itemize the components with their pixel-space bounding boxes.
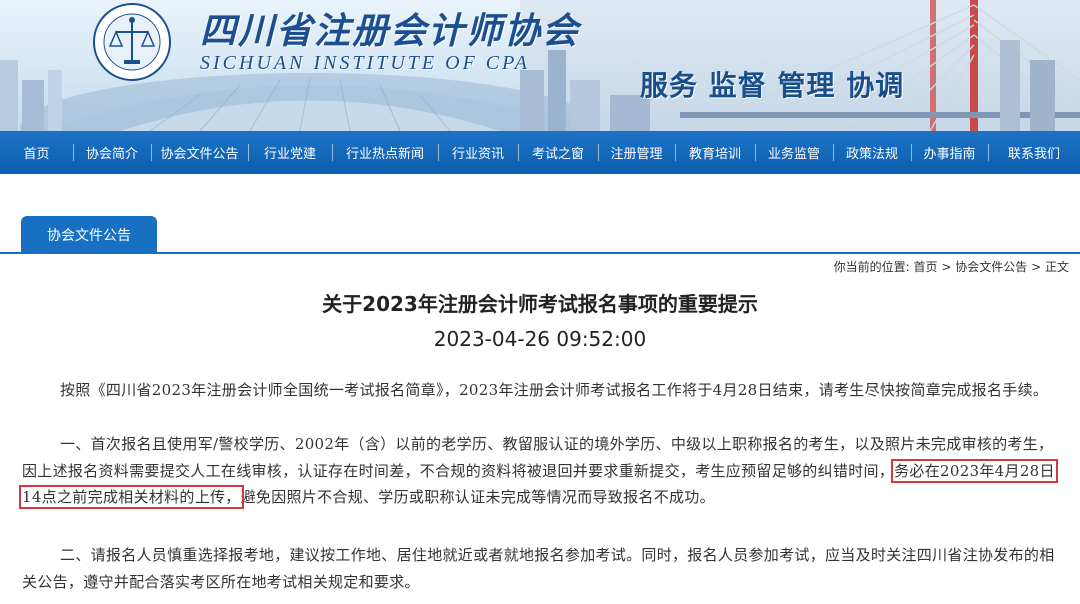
breadcrumb-category-link[interactable]: 协会文件公告 [955, 260, 1027, 274]
paragraph-text: 避免因照片不合规、学历或职称认证未完成等情况而导致报名不成功。 [240, 488, 715, 506]
nav-item-training[interactable]: 教育培训 [675, 131, 755, 174]
site-name-en: SICHUAN INSTITUTE OF CPA [200, 52, 530, 74]
nav-item-about[interactable]: 协会简介 [73, 131, 151, 174]
article-title: 关于2023年注册会计师考试报名事项的重要提示 [322, 292, 758, 316]
nav-item-exam[interactable]: 考试之窗 [518, 131, 598, 174]
nav-item-guide[interactable]: 办事指南 [911, 131, 988, 174]
site-slogan: 服务 监督 管理 协调 [640, 69, 905, 102]
nav-item-hot-news[interactable]: 行业热点新闻 [332, 131, 438, 174]
nav-item-home[interactable]: 首页 [0, 131, 73, 174]
nav-item-registration[interactable]: 注册管理 [598, 131, 675, 174]
site-name: 四川省注册会计师协会 [200, 10, 581, 52]
breadcrumb-home-link[interactable]: 首页 [914, 260, 938, 274]
section-tabbar: 协会文件公告 [0, 214, 1080, 254]
article-paragraph-2: 一、首次报名且使用军/警校学历、2002年（含）以前的老学历、教留服认证的境外学… [19, 431, 1062, 511]
nav-item-notices[interactable]: 协会文件公告 [151, 131, 248, 174]
breadcrumb-separator: > [941, 260, 952, 274]
article-paragraph-3: 二、请报名人员慎重选择报考地，建议按工作地、居住地就近或者就地报名参加考试。同时… [22, 546, 1055, 591]
nav-item-policy[interactable]: 政策法规 [833, 131, 911, 174]
logo-seal-icon [93, 3, 171, 81]
breadcrumb-prefix: 你当前的位置: [833, 260, 910, 274]
breadcrumb: 你当前的位置: 首页 > 协会文件公告 > 正文 [834, 258, 1069, 275]
tab-notices[interactable]: 协会文件公告 [21, 216, 157, 254]
breadcrumb-current: 正文 [1044, 260, 1069, 274]
article-paragraph-1: 按照《四川省2023年注册会计师全国统一考试报名简章》，2023年注册会计师考试… [60, 381, 1049, 399]
site-banner: 四川省注册会计师协会 SICHUAN INSTITUTE OF CPA 服务 监… [0, 0, 1080, 131]
nav-item-industry-news[interactable]: 行业资讯 [438, 131, 518, 174]
breadcrumb-separator: > [1031, 260, 1042, 274]
article-datetime: 2023-04-26 09:52:00 [433, 327, 647, 351]
nav-item-contact[interactable]: 联系我们 [988, 131, 1080, 174]
nav-item-supervision[interactable]: 业务监管 [755, 131, 833, 174]
main-nav: 首页 协会简介 协会文件公告 行业党建 行业热点新闻 行业资讯 考试之窗 注册管… [0, 131, 1080, 174]
nav-item-party[interactable]: 行业党建 [248, 131, 332, 174]
